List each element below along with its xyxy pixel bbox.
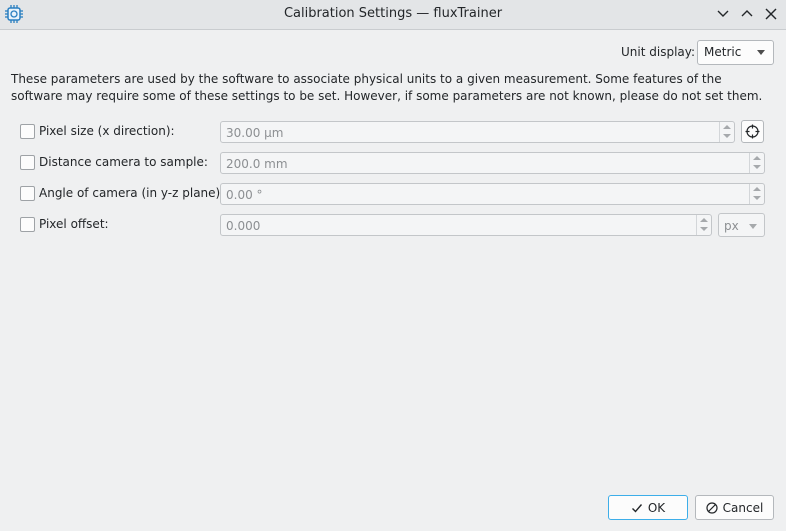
close-icon xyxy=(765,8,777,20)
unit-display-select[interactable]: Metric xyxy=(697,40,774,65)
distance-value: 200.0 mm xyxy=(226,157,288,171)
distance-spinbox[interactable]: 200.0 mm xyxy=(220,152,765,174)
spin-up-icon[interactable] xyxy=(723,125,731,129)
spin-up-icon[interactable] xyxy=(700,218,708,222)
pixel-offset-label: Pixel offset: xyxy=(39,217,109,231)
ok-label: OK xyxy=(647,500,666,515)
pixel-size-spinbox[interactable]: 30.00 µm xyxy=(220,121,735,143)
pixel-offset-unit-select[interactable]: px xyxy=(718,213,765,237)
pixel-offset-value: 0.000 xyxy=(226,219,261,233)
spin-buttons[interactable] xyxy=(749,184,764,204)
spin-buttons[interactable] xyxy=(696,215,711,235)
description-text: These parameters are used by the softwar… xyxy=(11,72,763,103)
measure-pixel-size-button[interactable] xyxy=(741,120,764,143)
spin-buttons[interactable] xyxy=(719,122,734,142)
chevron-down-icon xyxy=(717,10,729,17)
pixel-size-value: 30.00 µm xyxy=(226,126,284,140)
angle-label: Angle of camera (in y-z plane): xyxy=(39,186,225,200)
unit-display-label: Unit display: xyxy=(621,45,696,59)
pixel-size-checkbox[interactable] xyxy=(20,124,35,139)
cancel-button[interactable]: Cancel xyxy=(695,495,774,520)
unit-display-value: Metric xyxy=(704,45,742,59)
spin-buttons[interactable] xyxy=(749,153,764,173)
title-bar: Calibration Settings — fluxTrainer xyxy=(0,0,786,30)
angle-spinbox[interactable]: 0.00 ° xyxy=(220,183,765,205)
angle-value: 0.00 ° xyxy=(226,188,263,202)
pixel-size-label: Pixel size (x direction): xyxy=(39,124,175,138)
dropdown-arrow-icon xyxy=(749,224,757,229)
pixel-offset-checkbox[interactable] xyxy=(20,217,35,232)
window-title: Calibration Settings — fluxTrainer xyxy=(283,6,503,21)
spin-up-icon[interactable] xyxy=(753,156,761,160)
spin-down-icon[interactable] xyxy=(723,134,731,138)
pixel-offset-unit-value: px xyxy=(724,219,739,233)
angle-checkbox[interactable] xyxy=(20,186,35,201)
dropdown-arrow-icon xyxy=(757,50,765,55)
ok-button[interactable]: OK xyxy=(608,495,688,520)
cancel-label: Cancel xyxy=(722,500,764,515)
pixel-offset-spinbox[interactable]: 0.000 xyxy=(220,214,712,236)
spin-up-icon[interactable] xyxy=(753,187,761,191)
spin-down-icon[interactable] xyxy=(753,165,761,169)
close-button[interactable] xyxy=(762,5,780,23)
distance-label: Distance camera to sample: xyxy=(39,155,208,169)
crosshair-icon xyxy=(745,124,760,139)
spin-down-icon[interactable] xyxy=(700,227,708,231)
checkmark-icon xyxy=(631,503,642,513)
distance-checkbox[interactable] xyxy=(20,155,35,170)
maximize-button[interactable] xyxy=(738,5,756,23)
spin-down-icon[interactable] xyxy=(753,196,761,200)
chevron-up-icon xyxy=(741,10,753,17)
minimize-button[interactable] xyxy=(714,5,732,23)
cancel-icon xyxy=(706,501,718,514)
